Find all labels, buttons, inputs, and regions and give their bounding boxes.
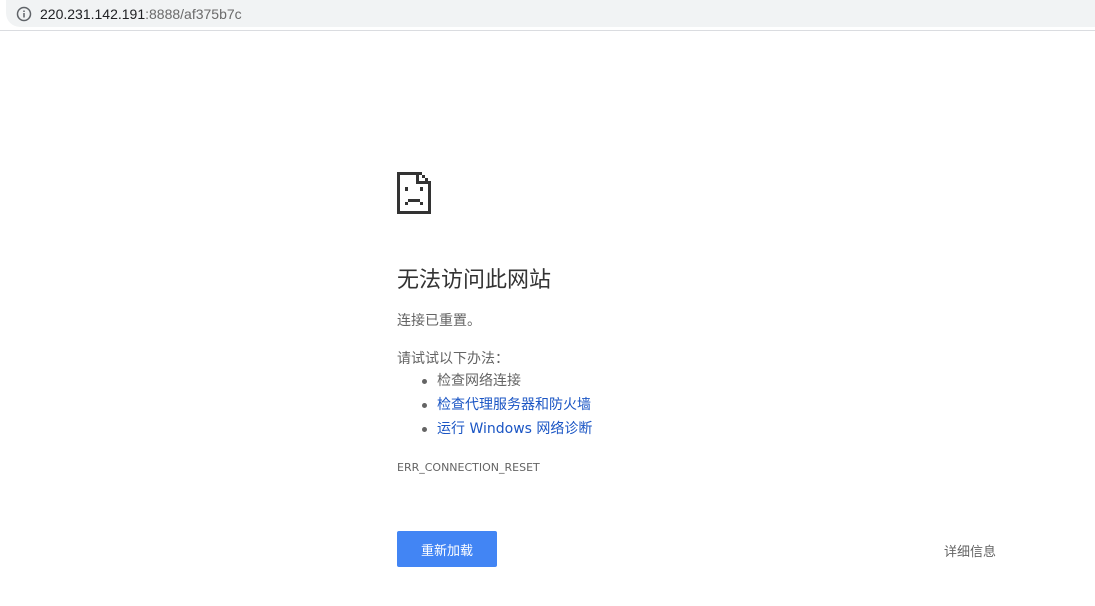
error-code: ERR_CONNECTION_RESET [397, 461, 540, 474]
url-path: :8888/af375b7c [145, 5, 242, 22]
info-icon[interactable] [16, 6, 32, 22]
suggestion-check-proxy[interactable]: 检查代理服务器和防火墙 [419, 396, 592, 420]
omnibox[interactable]: 220.231.142.191:8888/af375b7c [6, 0, 1095, 27]
error-subtitle: 连接已重置。 [397, 313, 481, 329]
error-title: 无法访问此网站 [397, 268, 552, 293]
address-bar: 220.231.142.191:8888/af375b7c [0, 0, 1095, 31]
bullet-icon [422, 379, 427, 384]
bullet-icon [422, 403, 427, 408]
suggestion-text: 检查网络连接 [437, 373, 521, 389]
reload-button[interactable]: 重新加载 [397, 531, 497, 567]
bullet-icon [422, 427, 427, 432]
sad-page-icon [397, 172, 431, 218]
url-text[interactable]: 220.231.142.191:8888/af375b7c [40, 6, 242, 22]
suggestion-run-diagnostics[interactable]: 运行 Windows 网络诊断 [419, 420, 592, 444]
run-network-diagnostics-link[interactable]: 运行 Windows 网络诊断 [437, 421, 592, 437]
details-button[interactable]: 详细信息 [930, 539, 1010, 561]
suggestions-heading: 请试试以下办法： [397, 351, 509, 367]
suggestion-check-network: 检查网络连接 [419, 372, 592, 396]
url-host: 220.231.142.191 [40, 5, 146, 22]
suggestions-list: 检查网络连接 检查代理服务器和防火墙 运行 Windows 网络诊断 [419, 372, 592, 444]
check-proxy-firewall-link[interactable]: 检查代理服务器和防火墙 [437, 397, 591, 413]
